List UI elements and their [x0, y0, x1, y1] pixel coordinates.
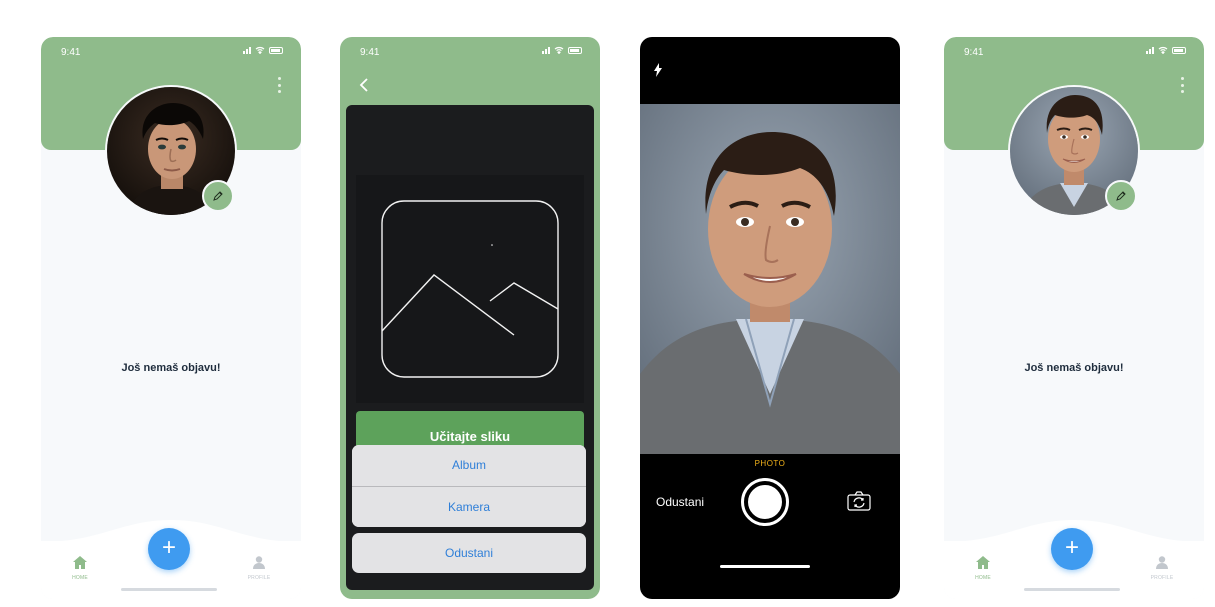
- tab-profile[interactable]: PROFILE: [1147, 556, 1177, 581]
- battery-icon: [1172, 46, 1186, 54]
- sheet-option-album[interactable]: Album: [352, 445, 586, 486]
- battery-icon: [269, 46, 283, 54]
- home-icon: [73, 556, 87, 569]
- plus-icon: +: [161, 534, 176, 561]
- battery-icon: [568, 46, 582, 54]
- camera-cancel-button[interactable]: Odustani: [656, 495, 704, 509]
- tab-profile-label: PROFILE: [247, 575, 271, 581]
- viewfinder-photo: [640, 104, 900, 454]
- wifi-icon: [255, 46, 265, 54]
- wifi-icon: [554, 46, 564, 54]
- empty-posts-message: Još nemaš objavu!: [121, 362, 221, 374]
- status-bar: 9:41: [340, 37, 600, 63]
- user-icon: [1156, 556, 1168, 569]
- user-icon: [253, 556, 265, 569]
- more-vertical-icon[interactable]: [277, 77, 281, 93]
- status-bar: 9:41: [41, 37, 301, 63]
- tab-home-label: HOME: [975, 575, 991, 581]
- signal-icon: [243, 46, 251, 54]
- upload-screen: 9:41 Učitajte sliku Album Kamera Odustan…: [340, 37, 600, 599]
- upload-card: Učitajte sliku Album Kamera Odustani: [346, 105, 594, 590]
- plus-icon: +: [1064, 534, 1079, 561]
- camera-screen: PHOTO Odustani: [640, 37, 900, 599]
- pencil-icon: [1116, 191, 1126, 201]
- screens-stage: 9:41 Još nemaš objavu! HOME PROFILE + 9:…: [0, 0, 1215, 607]
- home-indicator: [1024, 588, 1120, 591]
- signal-icon: [1146, 46, 1154, 54]
- camera-flip-icon[interactable]: [847, 491, 871, 511]
- shutter-inner: [746, 483, 784, 521]
- sheet-cancel-button[interactable]: Odustani: [352, 533, 586, 573]
- status-time: 9:41: [360, 47, 380, 58]
- status-icons: [243, 46, 283, 54]
- chevron-left-icon[interactable]: [358, 77, 370, 93]
- tab-home[interactable]: HOME: [65, 556, 95, 581]
- status-time: 9:41: [61, 47, 81, 58]
- status-icons: [1146, 46, 1186, 54]
- camera-mode-label[interactable]: PHOTO: [640, 459, 900, 468]
- flash-icon[interactable]: [653, 63, 663, 77]
- tab-profile-label: PROFILE: [1150, 575, 1174, 581]
- status-bar: 9:41: [944, 37, 1204, 63]
- more-vertical-icon[interactable]: [1180, 77, 1184, 93]
- signal-icon: [542, 46, 550, 54]
- profile-screen-updated: 9:41 Još nemaš objavu! HOME PROFILE +: [944, 37, 1204, 599]
- profile-screen-initial: 9:41 Još nemaš objavu! HOME PROFILE +: [41, 37, 301, 599]
- camera-viewfinder: [640, 104, 900, 454]
- home-icon: [976, 556, 990, 569]
- edit-avatar-button[interactable]: [202, 180, 234, 212]
- tab-home-label: HOME: [72, 575, 88, 581]
- tab-profile[interactable]: PROFILE: [244, 556, 274, 581]
- status-icons: [542, 46, 582, 54]
- add-post-button[interactable]: +: [148, 528, 190, 570]
- add-post-button[interactable]: +: [1051, 528, 1093, 570]
- shutter-button[interactable]: [741, 478, 789, 526]
- tab-home[interactable]: HOME: [968, 556, 998, 581]
- image-placeholder-icon: [381, 200, 559, 378]
- empty-posts-message: Još nemaš objavu!: [1024, 362, 1124, 374]
- sheet-option-camera[interactable]: Kamera: [352, 486, 586, 527]
- edit-avatar-button[interactable]: [1105, 180, 1137, 212]
- pencil-icon: [213, 191, 223, 201]
- home-indicator: [720, 565, 810, 568]
- status-time: 9:41: [964, 47, 984, 58]
- wifi-icon: [1158, 46, 1168, 54]
- home-indicator: [121, 588, 217, 591]
- image-preview-area[interactable]: [356, 175, 584, 403]
- action-sheet: Album Kamera: [352, 445, 586, 527]
